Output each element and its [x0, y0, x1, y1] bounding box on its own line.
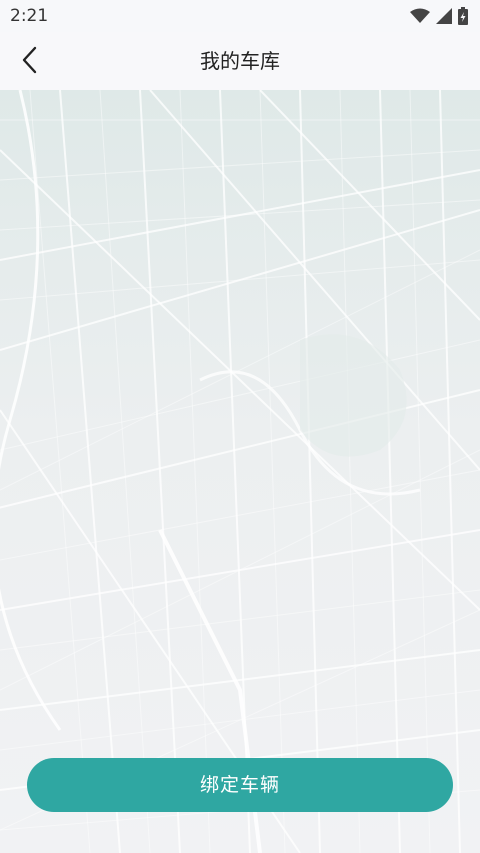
map-background — [0, 90, 480, 853]
bind-vehicle-button[interactable]: 绑定车辆 — [27, 758, 453, 812]
battery-charging-icon — [458, 7, 468, 25]
status-time: 2:21 — [10, 6, 49, 26]
wifi-icon — [410, 8, 430, 24]
status-bar: 2:21 — [0, 0, 480, 32]
app-header: 我的车库 — [0, 32, 480, 90]
page-title: 我的车库 — [200, 49, 280, 73]
map-streets — [0, 90, 480, 853]
status-icons — [410, 6, 468, 26]
signal-icon — [436, 8, 452, 24]
